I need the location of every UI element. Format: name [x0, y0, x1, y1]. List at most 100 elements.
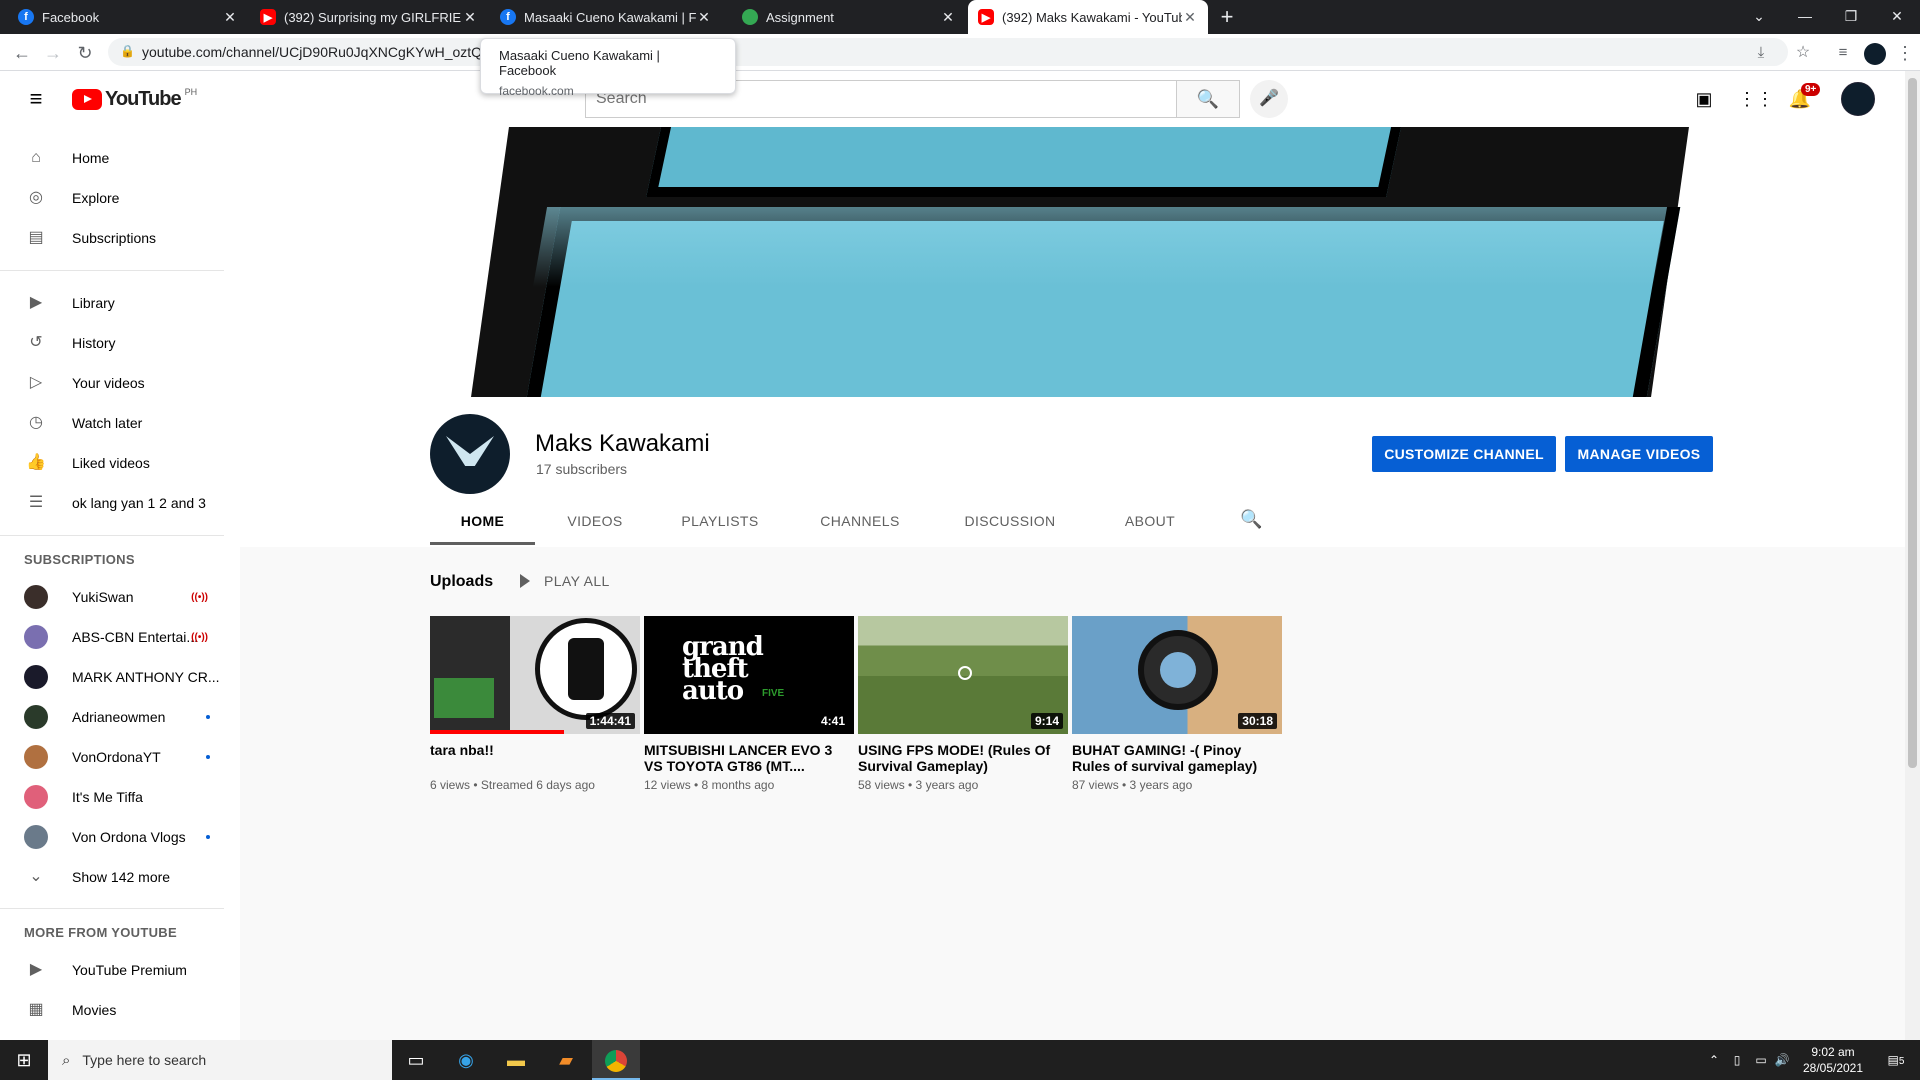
- video-title[interactable]: MITSUBISHI LANCER EVO 3 VS TOYOTA GT86 (…: [644, 742, 844, 774]
- avatar: [24, 625, 48, 649]
- video-title[interactable]: tara nba!!: [430, 742, 630, 774]
- sidebar-item-history[interactable]: ↺ History: [0, 323, 240, 363]
- bookmark-star-icon[interactable]: ☆: [1790, 40, 1816, 66]
- play-all-button[interactable]: PLAY ALL: [520, 573, 610, 589]
- youtube-premium-icon: ▶: [29, 961, 43, 978]
- uploads-heading[interactable]: Uploads: [430, 573, 493, 591]
- manage-videos-button[interactable]: MANAGE VIDEOS: [1565, 436, 1713, 472]
- library-icon: ▶: [29, 294, 43, 311]
- device-icon[interactable]: ▯: [1726, 1040, 1748, 1080]
- volume-icon[interactable]: 🔊: [1772, 1040, 1792, 1080]
- new-tab-button[interactable]: +: [1214, 4, 1240, 30]
- show-more-button[interactable]: ⌄ Show 142 more: [0, 857, 240, 897]
- tab-about[interactable]: ABOUT: [1100, 497, 1200, 545]
- avatar: [24, 785, 48, 809]
- sidebar-item-library[interactable]: ▶ Library: [0, 283, 240, 323]
- sidebar-item-watch-later[interactable]: ◷ Watch later: [0, 403, 240, 443]
- video-title[interactable]: USING FPS MODE! (Rules Of Survival Gamep…: [858, 742, 1058, 774]
- tab-channels[interactable]: CHANNELS: [800, 497, 920, 545]
- guide-sidebar: ⌂ Home ◎ Explore ▤ Subscriptions ▶ Libra…: [0, 127, 240, 1040]
- chrome-icon[interactable]: [592, 1040, 640, 1080]
- browser-tab-facebook-profile[interactable]: f Masaaki Cueno Kawakami | Facebook ✕: [490, 0, 722, 34]
- windows-start-icon[interactable]: ⊞: [0, 1040, 48, 1080]
- video-card[interactable]: 9:14 USING FPS MODE! (Rules Of Survival …: [858, 616, 1068, 792]
- action-center-icon[interactable]: ▤5: [1878, 1040, 1914, 1080]
- browser-tab-assignment[interactable]: Assignment ✕: [732, 0, 966, 34]
- reload-icon[interactable]: ↻: [72, 40, 98, 66]
- sidebar-item-liked-videos[interactable]: 👍 Liked videos: [0, 443, 240, 483]
- network-icon[interactable]: ▭: [1750, 1040, 1772, 1080]
- video-card[interactable]: 1:44:41 tara nba!! 6 views • Streamed 6 …: [430, 616, 640, 792]
- account-avatar[interactable]: [1841, 82, 1875, 116]
- minimize-button[interactable]: —: [1782, 0, 1828, 34]
- sidebar-item-movies[interactable]: ▦ Movies: [0, 990, 240, 1030]
- subscription-name: Adrianeowmen: [72, 709, 166, 725]
- apps-grid-icon[interactable]: ⋮⋮: [1738, 85, 1774, 113]
- task-view-icon[interactable]: ▭: [392, 1040, 440, 1080]
- close-tab-icon[interactable]: ✕: [222, 9, 238, 26]
- sidebar-item-home[interactable]: ⌂ Home: [0, 138, 240, 178]
- taskbar-search[interactable]: ⌕ Type here to search: [48, 1040, 392, 1080]
- sidebar-item-your-videos[interactable]: ▷ Your videos: [0, 363, 240, 403]
- browser-tab-youtube-channel[interactable]: ▶ (392) Maks Kawakami - YouTube ✕: [968, 0, 1208, 34]
- close-tab-icon[interactable]: ✕: [940, 9, 956, 26]
- video-card[interactable]: 30:18 BUHAT GAMING! -( Pinoy Rules of su…: [1072, 616, 1282, 792]
- close-tab-icon[interactable]: ✕: [696, 9, 712, 26]
- close-tab-icon[interactable]: ✕: [462, 9, 478, 26]
- channel-search-icon[interactable]: 🔍: [1240, 509, 1262, 530]
- menu-icon[interactable]: ≡: [22, 85, 50, 113]
- sublime-text-icon[interactable]: ▰: [542, 1040, 590, 1080]
- sidebar-item-playlist[interactable]: ☰ ok lang yan 1 2 and 3: [0, 483, 240, 523]
- create-video-icon[interactable]: ▣: [1690, 85, 1718, 113]
- tab-discussion[interactable]: DISCUSSION: [940, 497, 1080, 545]
- forward-icon[interactable]: →: [40, 40, 66, 66]
- edge-icon[interactable]: ◉: [442, 1040, 490, 1080]
- browser-toolbar: ← → ↻ 🔒 youtube.com/channel/UCjD90Ru0JqX…: [0, 34, 1920, 71]
- sidebar-item-subscriptions[interactable]: ▤ Subscriptions: [0, 218, 240, 258]
- media-control-icon[interactable]: ≡: [1830, 40, 1856, 66]
- thumbnail-scope-lens-shape: [1160, 652, 1196, 688]
- search-button[interactable]: 🔍: [1176, 80, 1240, 118]
- tab-search-icon[interactable]: ⌄: [1736, 0, 1782, 34]
- sidebar-item-label: Your videos: [72, 375, 145, 391]
- browser-tab-facebook[interactable]: f Facebook ✕: [8, 0, 248, 34]
- chrome-menu-icon[interactable]: ⋮: [1892, 40, 1918, 66]
- taskbar-clock[interactable]: 9:02 am 28/05/2021: [1792, 1044, 1874, 1076]
- lock-icon[interactable]: 🔒: [120, 44, 135, 58]
- tab-videos[interactable]: VIDEOS: [545, 497, 645, 545]
- video-thumbnail[interactable]: 30:18: [1072, 616, 1282, 734]
- voice-search-button[interactable]: 🎤: [1250, 80, 1288, 118]
- page-scrollbar-thumb[interactable]: [1908, 78, 1917, 768]
- video-thumbnail[interactable]: grand theft auto FIVE 4:41: [644, 616, 854, 734]
- address-bar[interactable]: 🔒 youtube.com/channel/UCjD90Ru0JqXNCgKYw…: [108, 38, 1788, 66]
- channel-avatar[interactable]: [430, 414, 510, 494]
- subscription-item[interactable]: VonOrdonaYT: [0, 737, 240, 777]
- tab-home[interactable]: HOME: [430, 497, 535, 545]
- close-tab-icon[interactable]: ✕: [1182, 9, 1198, 26]
- restore-button[interactable]: ❐: [1828, 0, 1874, 34]
- subscription-name: Von Ordona Vlogs: [72, 829, 186, 845]
- file-explorer-icon[interactable]: ▬: [492, 1040, 540, 1080]
- subscription-item[interactable]: ABS-CBN Entertai... ((•)): [0, 617, 240, 657]
- youtube-logo[interactable]: YouTube PH: [72, 87, 197, 111]
- subscription-item[interactable]: MARK ANTHONY CR...: [0, 657, 240, 697]
- install-icon[interactable]: ⤓: [1748, 40, 1774, 66]
- subscription-item[interactable]: YukiSwan ((•)): [0, 577, 240, 617]
- sidebar-item-youtube-premium[interactable]: ▶ YouTube Premium: [0, 950, 240, 990]
- customize-channel-button[interactable]: CUSTOMIZE CHANNEL: [1372, 436, 1556, 472]
- subscription-item[interactable]: Adrianeowmen: [0, 697, 240, 737]
- sidebar-item-explore[interactable]: ◎ Explore: [0, 178, 240, 218]
- profile-avatar-icon[interactable]: [1862, 40, 1888, 66]
- tab-playlists[interactable]: PLAYLISTS: [660, 497, 780, 545]
- video-title[interactable]: BUHAT GAMING! -( Pinoy Rules of survival…: [1072, 742, 1272, 774]
- close-window-button[interactable]: ✕: [1874, 0, 1920, 34]
- subscription-item[interactable]: It's Me Tiffa: [0, 777, 240, 817]
- tab-title: Facebook: [42, 9, 100, 25]
- back-icon[interactable]: ←: [9, 40, 35, 66]
- browser-tab-youtube-video[interactable]: ▶ (392) Surprising my GIRLFRIEND ✕: [250, 0, 488, 34]
- video-card[interactable]: grand theft auto FIVE 4:41 MITSUBISHI LA…: [644, 616, 854, 792]
- video-thumbnail[interactable]: 9:14: [858, 616, 1068, 734]
- video-thumbnail[interactable]: 1:44:41: [430, 616, 640, 734]
- show-hidden-icons[interactable]: ⌃: [1704, 1040, 1724, 1080]
- subscription-item[interactable]: Von Ordona Vlogs: [0, 817, 240, 857]
